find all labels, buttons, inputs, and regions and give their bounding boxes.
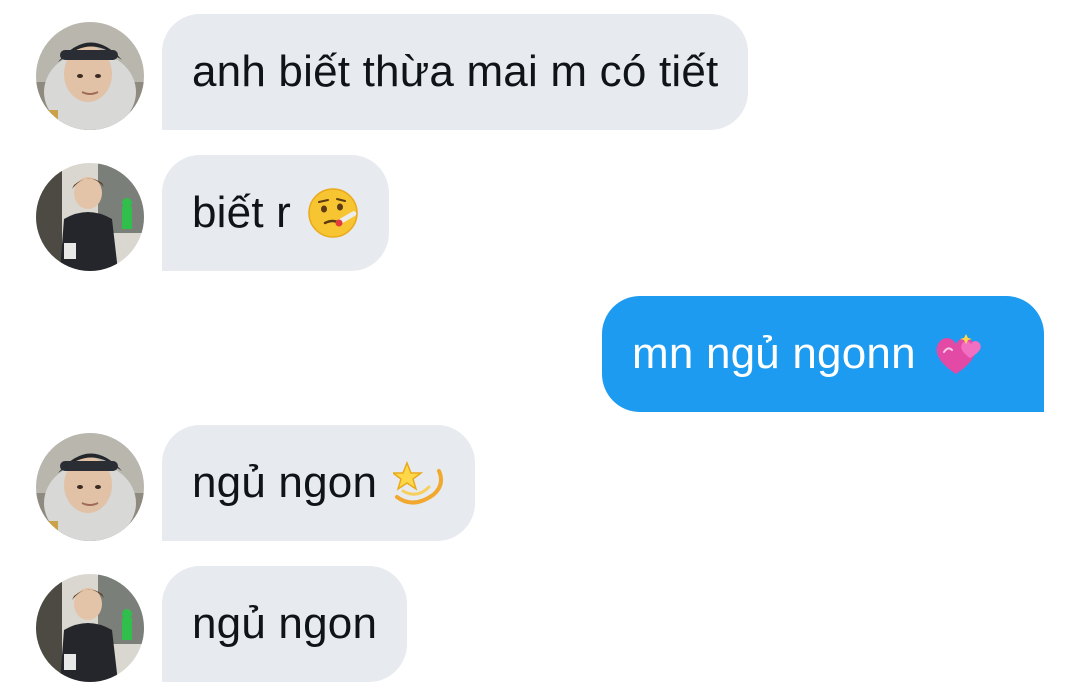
dizzy-star-icon <box>393 457 445 509</box>
message-bubble-incoming[interactable]: biết r <box>162 155 390 271</box>
chat-thread: anh biết thừa mai m có tiết biết r mn ng… <box>0 0 1080 696</box>
standing-person-avatar-icon[interactable] <box>36 163 144 271</box>
message-bubble-outgoing[interactable]: mn ngủ ngonn <box>602 296 1044 412</box>
message-bubble-incoming[interactable]: anh biết thừa mai m có tiết <box>162 14 749 130</box>
message-bubble-incoming[interactable]: ngủ ngon <box>162 566 408 682</box>
message-text: anh biết thừa mai m có tiết <box>192 47 719 96</box>
message-text: ngủ ngon <box>192 458 378 507</box>
message-bubble-incoming[interactable]: ngủ ngon <box>162 425 476 541</box>
standing-person-avatar-icon[interactable] <box>36 574 144 682</box>
face-with-thermometer-icon <box>307 187 359 239</box>
message-text: biết r <box>192 188 292 237</box>
hooded-person-avatar-icon[interactable] <box>36 22 144 130</box>
message-text: ngủ ngon <box>192 599 378 648</box>
message-text: mn ngủ ngonn <box>632 329 916 378</box>
two-hearts-icon <box>932 328 984 380</box>
hooded-person-avatar-icon[interactable] <box>36 433 144 541</box>
